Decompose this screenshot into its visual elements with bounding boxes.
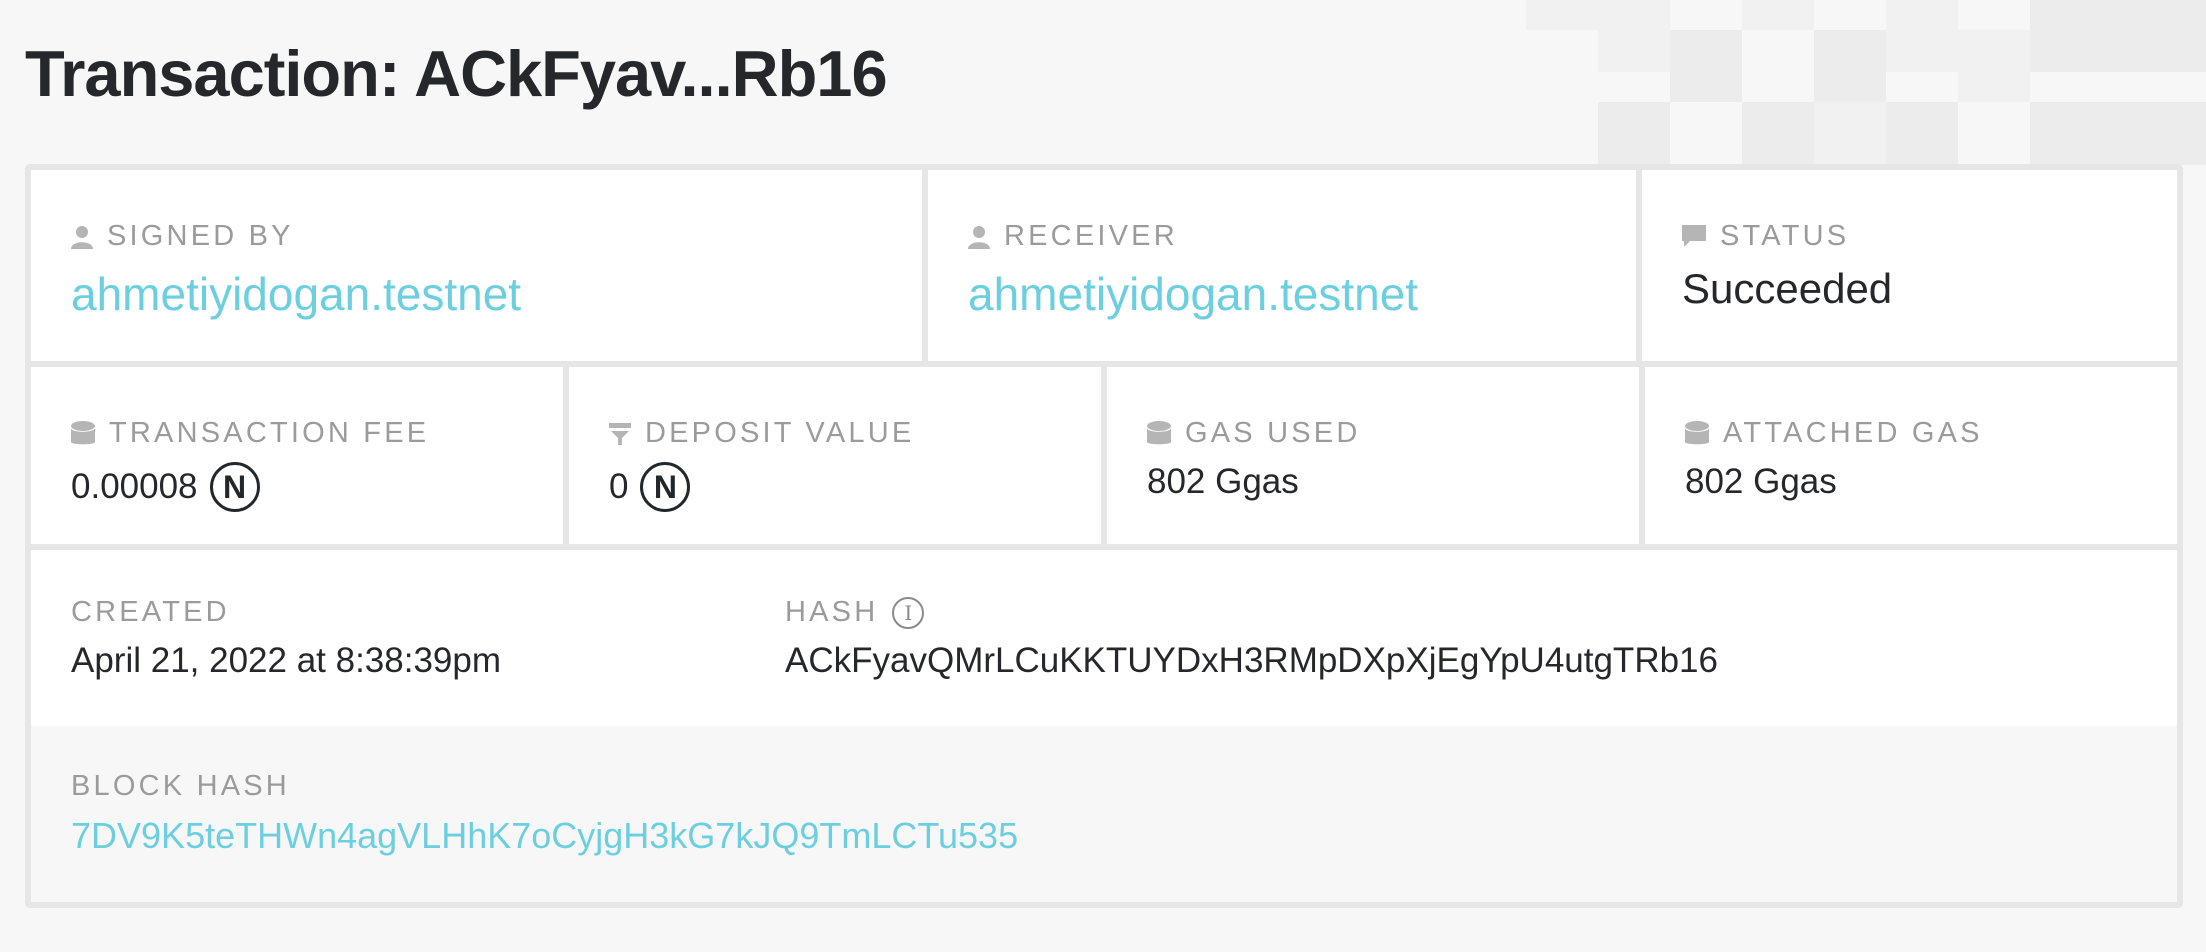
filter-icon [609,422,631,445]
signed-by-label: SIGNED BY [107,220,294,252]
transaction-fee-value: 0.00008 [71,467,198,506]
created-field: CREATED April 21, 2022 at 8:38:39pm [71,596,501,681]
transaction-fee-label: TRANSACTION FEE [109,417,430,449]
signed-by-link[interactable]: ahmetiyidogan.testnet [71,267,882,321]
deposit-value-value: 0 [609,467,629,506]
created-value: April 21, 2022 at 8:38:39pm [71,641,502,680]
page-title: Transaction: ACkFyav...Rb16 [25,37,888,110]
deposit-value-label: DEPOSIT VALUE [645,417,915,449]
status-value: Succeeded [1682,265,1893,312]
status-cell: STATUS Succeeded [1642,170,2177,361]
receiver-cell: RECEIVER ahmetiyidogan.testnet [928,170,1636,361]
attached-gas-cell: ATTACHED GAS 802 Ggas [1645,367,2177,544]
receiver-label: RECEIVER [1004,220,1178,252]
hash-value: ACkFyavQMrLCuKKTUYDxH3RMpDXpXjEgYpU4utgT… [785,641,1718,680]
near-token-icon: N [209,462,260,512]
transaction-meta-section: CREATED April 21, 2022 at 8:38:39pm HASH… [31,550,2177,726]
gas-used-value: 802 Ggas [1147,462,1299,501]
attached-gas-label: ATTACHED GAS [1723,417,1983,449]
block-hash-section: BLOCK HASH 7DV9K5teTHWn4agVLHhK7oCyjgH3k… [31,726,2177,902]
signed-by-cell: SIGNED BY ahmetiyidogan.testnet [31,170,922,361]
database-icon [71,420,95,447]
database-icon [1147,420,1171,447]
user-icon [968,225,990,249]
hash-label: HASH [785,596,879,628]
deposit-value-cell: DEPOSIT VALUE 0 N [569,367,1101,544]
attached-gas-value: 802 Ggas [1685,462,1837,501]
database-icon [1685,420,1709,447]
comment-icon [1682,224,1706,249]
receiver-link[interactable]: ahmetiyidogan.testnet [968,267,1596,321]
status-label: STATUS [1720,220,1850,252]
block-hash-label: BLOCK HASH [71,770,290,802]
background-pattern [1526,0,2206,165]
block-hash-link[interactable]: 7DV9K5teTHWn4agVLHhK7oCyjgH3kG7kJQ9TmLCT… [71,815,1018,857]
transaction-details-card: SIGNED BY ahmetiyidogan.testnet RECEIVER… [25,164,2183,908]
hash-field: HASH i ACkFyavQMrLCuKKTUYDxH3RMpDXpXjEgY… [785,596,1718,681]
gas-used-cell: GAS USED 802 Ggas [1107,367,1639,544]
gas-used-label: GAS USED [1185,417,1361,449]
info-icon[interactable]: i [892,596,925,629]
near-token-icon: N [640,462,691,512]
transaction-fee-cell: TRANSACTION FEE 0.00008 N [31,367,563,544]
created-label: CREATED [71,596,230,628]
user-icon [71,225,93,249]
